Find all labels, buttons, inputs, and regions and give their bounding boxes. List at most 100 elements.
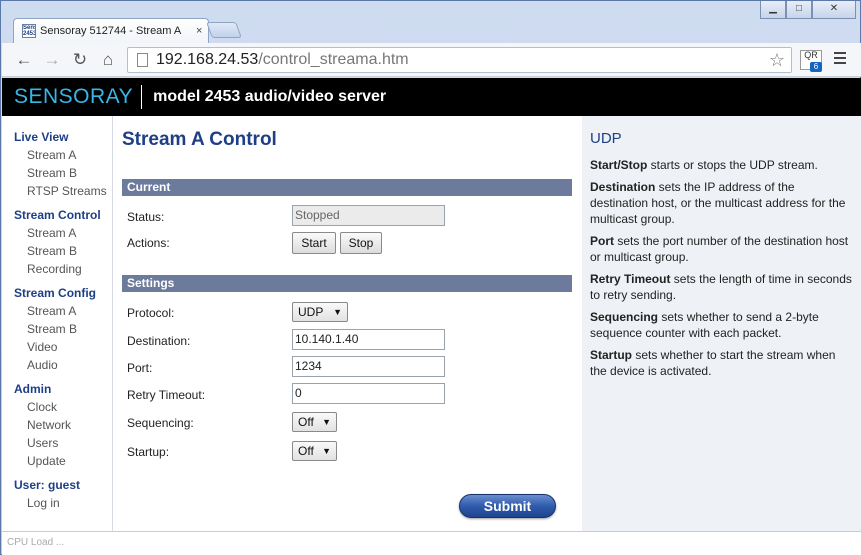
new-tab-button[interactable]: [206, 22, 242, 38]
browser-toolbar: ← → ↻ ⌂ 192.168.24.53 /control_streama.h…: [2, 43, 861, 77]
help-item: Sequencing sets whether to send a 2-byte…: [590, 309, 853, 341]
reload-button[interactable]: ↻: [70, 50, 90, 70]
nav-group-user: User: guest Log in: [2, 476, 112, 512]
page-title: Stream A Control: [122, 129, 277, 150]
protocol-label: Protocol:: [127, 306, 175, 320]
close-window-button[interactable]: ✕: [812, 1, 856, 19]
nav-group-stream-config: Stream Config Stream A Stream B Video Au…: [2, 284, 112, 374]
nav-head-live-view[interactable]: Live View: [2, 128, 112, 146]
help-text: sets the port number of the destination …: [590, 234, 849, 264]
protocol-value: UDP: [298, 305, 324, 319]
extension-badge: 6: [810, 62, 822, 72]
nav-item-control-stream-b[interactable]: Stream B: [2, 242, 112, 260]
nav-item-live-stream-b[interactable]: Stream B: [2, 164, 112, 182]
dropdown-caret-icon: ▼: [322, 446, 331, 456]
url-path: /control_streama.htm: [258, 51, 409, 68]
nav-item-update[interactable]: Update: [2, 452, 112, 470]
sequencing-select[interactable]: Off ▼: [292, 412, 337, 432]
browser-tab[interactable]: Sensoray 2453 Sensoray 512744 - Stream A…: [13, 18, 209, 43]
help-term: Start/Stop: [590, 158, 648, 172]
help-term: Destination: [590, 180, 656, 194]
nav-head-user: User: guest: [14, 478, 81, 492]
page-icon: [137, 53, 148, 67]
help-item: Retry Timeout sets the length of time in…: [590, 271, 853, 303]
home-button[interactable]: ⌂: [98, 50, 118, 70]
nav-item-live-stream-a[interactable]: Stream A: [2, 146, 112, 164]
brand-logo: SENSORAY: [14, 85, 134, 108]
nav-item-rtsp-streams[interactable]: RTSP Streams: [2, 182, 112, 200]
startup-select[interactable]: Off ▼: [292, 441, 337, 461]
dropdown-caret-icon: ▼: [322, 417, 331, 427]
nav-item-recording[interactable]: Recording: [2, 260, 112, 278]
port-input[interactable]: 1234: [292, 356, 445, 377]
banner-divider: [141, 85, 143, 109]
nav-item-clock[interactable]: Clock: [2, 398, 112, 416]
help-term: Startup: [590, 348, 632, 362]
maximize-button[interactable]: □: [786, 1, 812, 19]
sequencing-label: Sequencing:: [127, 416, 194, 430]
nav-item-config-stream-a[interactable]: Stream A: [2, 302, 112, 320]
nav-head-stream-config[interactable]: Stream Config: [2, 284, 112, 302]
model-title: model 2453 audio/video server: [153, 88, 387, 105]
address-bar[interactable]: 192.168.24.53 /control_streama.htm ☆: [127, 47, 792, 73]
actions-label: Actions:: [127, 236, 170, 250]
bookmark-star-icon[interactable]: ☆: [769, 50, 785, 71]
help-item: Start/Stop starts or stops the UDP strea…: [590, 157, 853, 173]
minimize-button[interactable]: ▁: [760, 1, 786, 19]
nav-item-video[interactable]: Video: [2, 338, 112, 356]
nav-item-users[interactable]: Users: [2, 434, 112, 452]
help-term: Retry Timeout: [590, 272, 671, 286]
nav-item-control-stream-a[interactable]: Stream A: [2, 224, 112, 242]
header-banner: SENSORAY model 2453 audio/video server: [2, 78, 861, 116]
help-item: Destination sets the IP address of the d…: [590, 179, 853, 227]
status-bar: CPU Load ...: [2, 531, 861, 555]
browser-window: Sensoray 2453 Sensoray 512744 - Stream A…: [0, 0, 861, 555]
retry-timeout-input[interactable]: 0: [292, 383, 445, 404]
tab-close-icon[interactable]: ×: [196, 25, 202, 37]
port-label: Port:: [127, 361, 153, 375]
url-host: 192.168.24.53: [156, 51, 259, 68]
nav-item-audio[interactable]: Audio: [2, 356, 112, 374]
chrome-menu-icon[interactable]: [834, 52, 846, 67]
help-panel: UDP Start/Stop starts or stops the UDP s…: [582, 116, 861, 531]
nav-head-admin[interactable]: Admin: [2, 380, 112, 398]
help-text: starts or stops the UDP stream.: [647, 158, 818, 172]
section-header-current: Current: [122, 179, 572, 196]
startup-label: Startup:: [127, 445, 170, 459]
web-page: SENSORAY model 2453 audio/video server L…: [2, 78, 861, 555]
cpu-load-text: CPU Load ...: [7, 537, 65, 548]
nav-group-admin: Admin Clock Network Users Update: [2, 380, 112, 470]
forward-button[interactable]: →: [42, 50, 62, 70]
help-item: Startup sets whether to start the stream…: [590, 347, 853, 379]
back-button[interactable]: ←: [14, 50, 34, 70]
startup-value: Off: [298, 444, 314, 458]
main-content: Stream A Control Current Status: Stopped…: [114, 116, 581, 531]
nav-group-live-view: Live View Stream A Stream B RTSP Streams: [2, 128, 112, 200]
section-header-settings: Settings: [122, 275, 572, 292]
status-field: Stopped: [292, 205, 445, 226]
nav-head-stream-control[interactable]: Stream Control: [2, 206, 112, 224]
help-item: Port sets the port number of the destina…: [590, 233, 853, 265]
stop-button[interactable]: Stop: [340, 232, 382, 254]
protocol-select[interactable]: UDP ▼: [292, 302, 348, 322]
tab-bar: Sensoray 2453 Sensoray 512744 - Stream A…: [1, 1, 861, 43]
destination-label: Destination:: [127, 334, 191, 348]
tab-title: Sensoray 512744 - Stream A: [40, 25, 182, 37]
nav-item-login[interactable]: Log in: [2, 494, 112, 512]
help-title: UDP: [590, 130, 622, 147]
nav-item-config-stream-b[interactable]: Stream B: [2, 320, 112, 338]
window-controls: ▁ □ ✕: [760, 1, 856, 19]
sequencing-value: Off: [298, 415, 314, 429]
destination-input[interactable]: 10.140.1.40: [292, 329, 445, 350]
nav-group-stream-control: Stream Control Stream A Stream B Recordi…: [2, 206, 112, 278]
submit-button[interactable]: Submit: [459, 494, 556, 518]
help-term: Port: [590, 234, 614, 248]
status-label: Status:: [127, 210, 165, 224]
start-button[interactable]: Start: [292, 232, 336, 254]
sensoray-favicon-icon: Sensoray 2453: [22, 24, 36, 38]
nav-item-network[interactable]: Network: [2, 416, 112, 434]
sidebar-nav: Live View Stream A Stream B RTSP Streams…: [2, 116, 113, 531]
help-term: Sequencing: [590, 310, 659, 324]
retry-timeout-label: Retry Timeout:: [127, 388, 206, 402]
dropdown-caret-icon: ▼: [333, 307, 342, 317]
